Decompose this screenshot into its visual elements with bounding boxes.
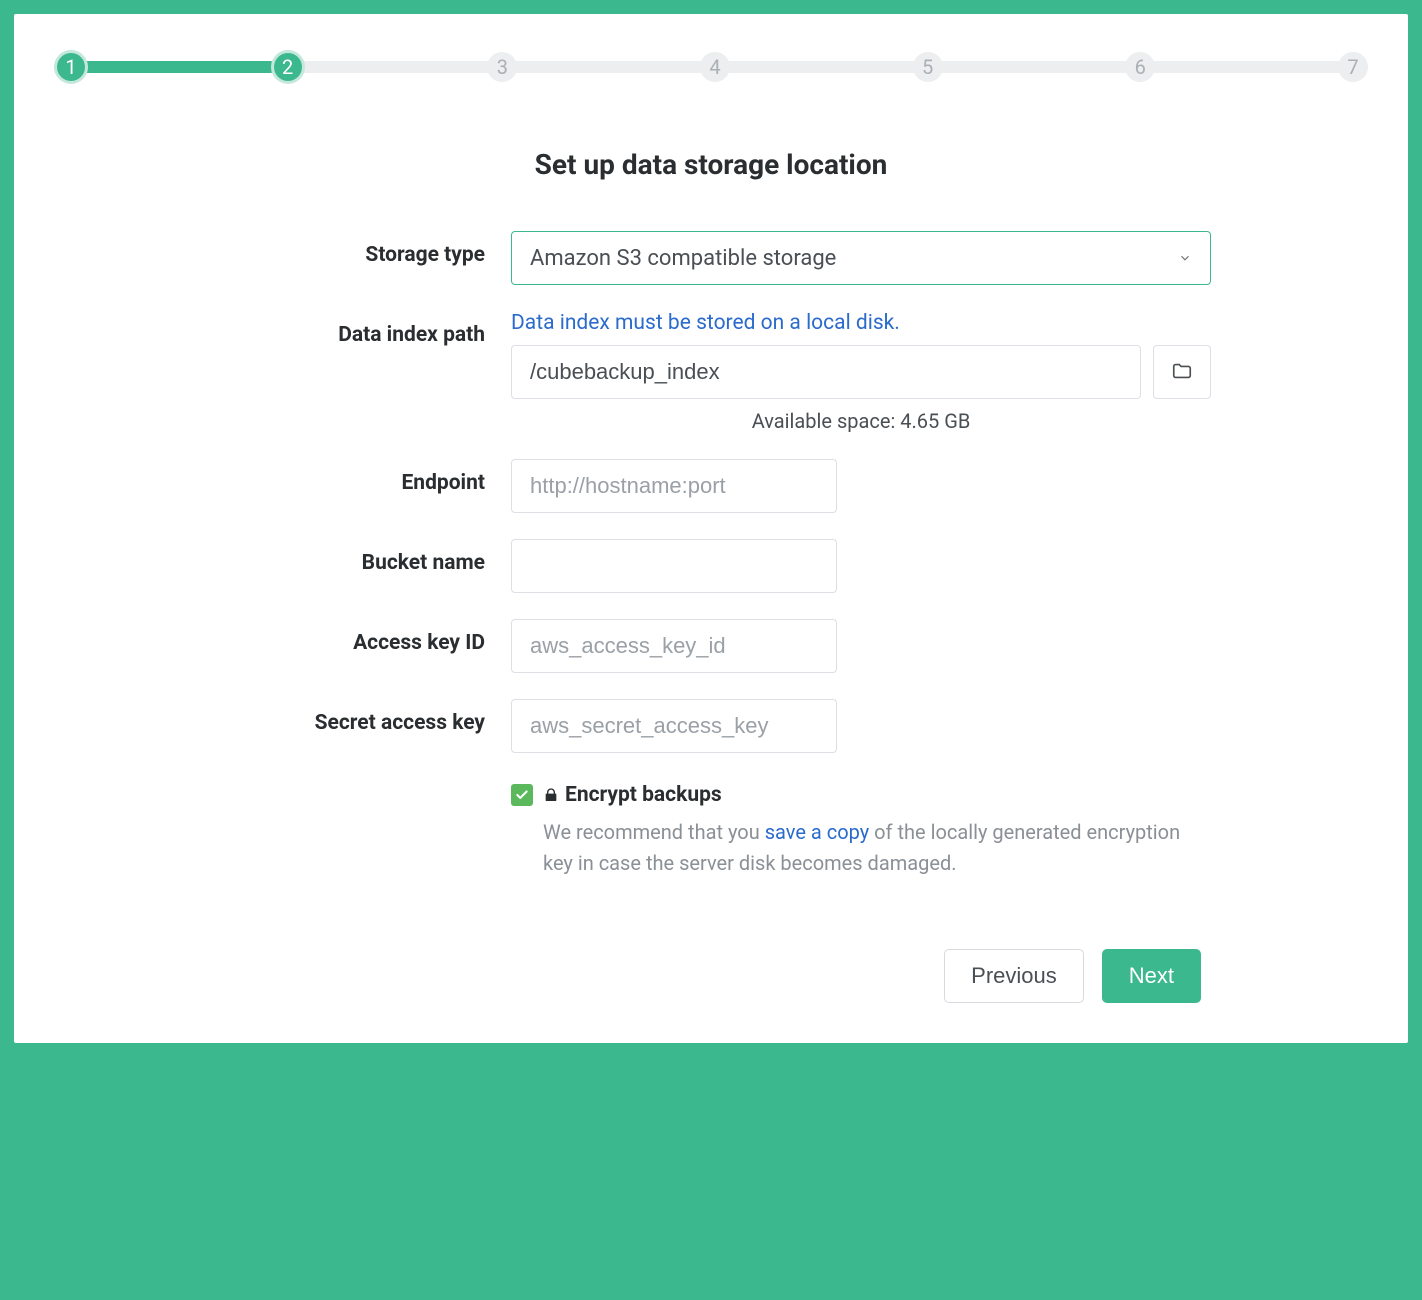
encrypt-label: Encrypt backups bbox=[543, 783, 722, 807]
step-2[interactable]: 2 bbox=[271, 50, 305, 84]
step-4: 4 bbox=[700, 52, 730, 82]
chevron-down-icon bbox=[1178, 251, 1192, 265]
previous-button[interactable]: Previous bbox=[944, 949, 1084, 1003]
step-1[interactable]: 1 bbox=[54, 50, 88, 84]
secret-key-label: Secret access key bbox=[211, 699, 511, 735]
step-3: 3 bbox=[487, 52, 517, 82]
browse-folder-button[interactable] bbox=[1153, 345, 1211, 399]
access-key-input[interactable] bbox=[511, 619, 837, 673]
bucket-label: Bucket name bbox=[211, 539, 511, 575]
save-copy-link[interactable]: save a copy bbox=[765, 820, 869, 844]
next-button[interactable]: Next bbox=[1102, 949, 1201, 1003]
access-key-label: Access key ID bbox=[211, 619, 511, 655]
setup-card: 1 2 3 4 5 6 7 Set up data storage locati… bbox=[14, 14, 1408, 1043]
wizard-footer: Previous Next bbox=[211, 949, 1211, 1003]
endpoint-input[interactable] bbox=[511, 459, 837, 513]
encrypt-checkbox[interactable] bbox=[511, 784, 533, 806]
endpoint-label: Endpoint bbox=[211, 459, 511, 495]
storage-type-value: Amazon S3 compatible storage bbox=[530, 246, 836, 271]
encrypt-hint: We recommend that you save a copy of the… bbox=[511, 817, 1211, 879]
step-7: 7 bbox=[1338, 52, 1368, 82]
step-5: 5 bbox=[913, 52, 943, 82]
available-space: Available space: 4.65 GB bbox=[511, 409, 1211, 433]
storage-type-select[interactable]: Amazon S3 compatible storage bbox=[511, 231, 1211, 285]
secret-key-input[interactable] bbox=[511, 699, 837, 753]
folder-icon bbox=[1171, 360, 1193, 385]
data-index-input[interactable] bbox=[511, 345, 1141, 399]
storage-type-label: Storage type bbox=[211, 231, 511, 267]
data-index-note[interactable]: Data index must be stored on a local dis… bbox=[511, 311, 900, 335]
encrypt-label-text: Encrypt backups bbox=[565, 783, 722, 807]
bucket-input[interactable] bbox=[511, 539, 837, 593]
encrypt-hint-pre: We recommend that you bbox=[543, 820, 765, 844]
data-index-label: Data index path bbox=[211, 311, 511, 347]
storage-form: Storage type Amazon S3 compatible storag… bbox=[211, 231, 1211, 1003]
progress-stepper: 1 2 3 4 5 6 7 bbox=[54, 50, 1368, 84]
step-6: 6 bbox=[1125, 52, 1155, 82]
page-title: Set up data storage location bbox=[54, 148, 1368, 181]
lock-icon bbox=[543, 787, 559, 803]
